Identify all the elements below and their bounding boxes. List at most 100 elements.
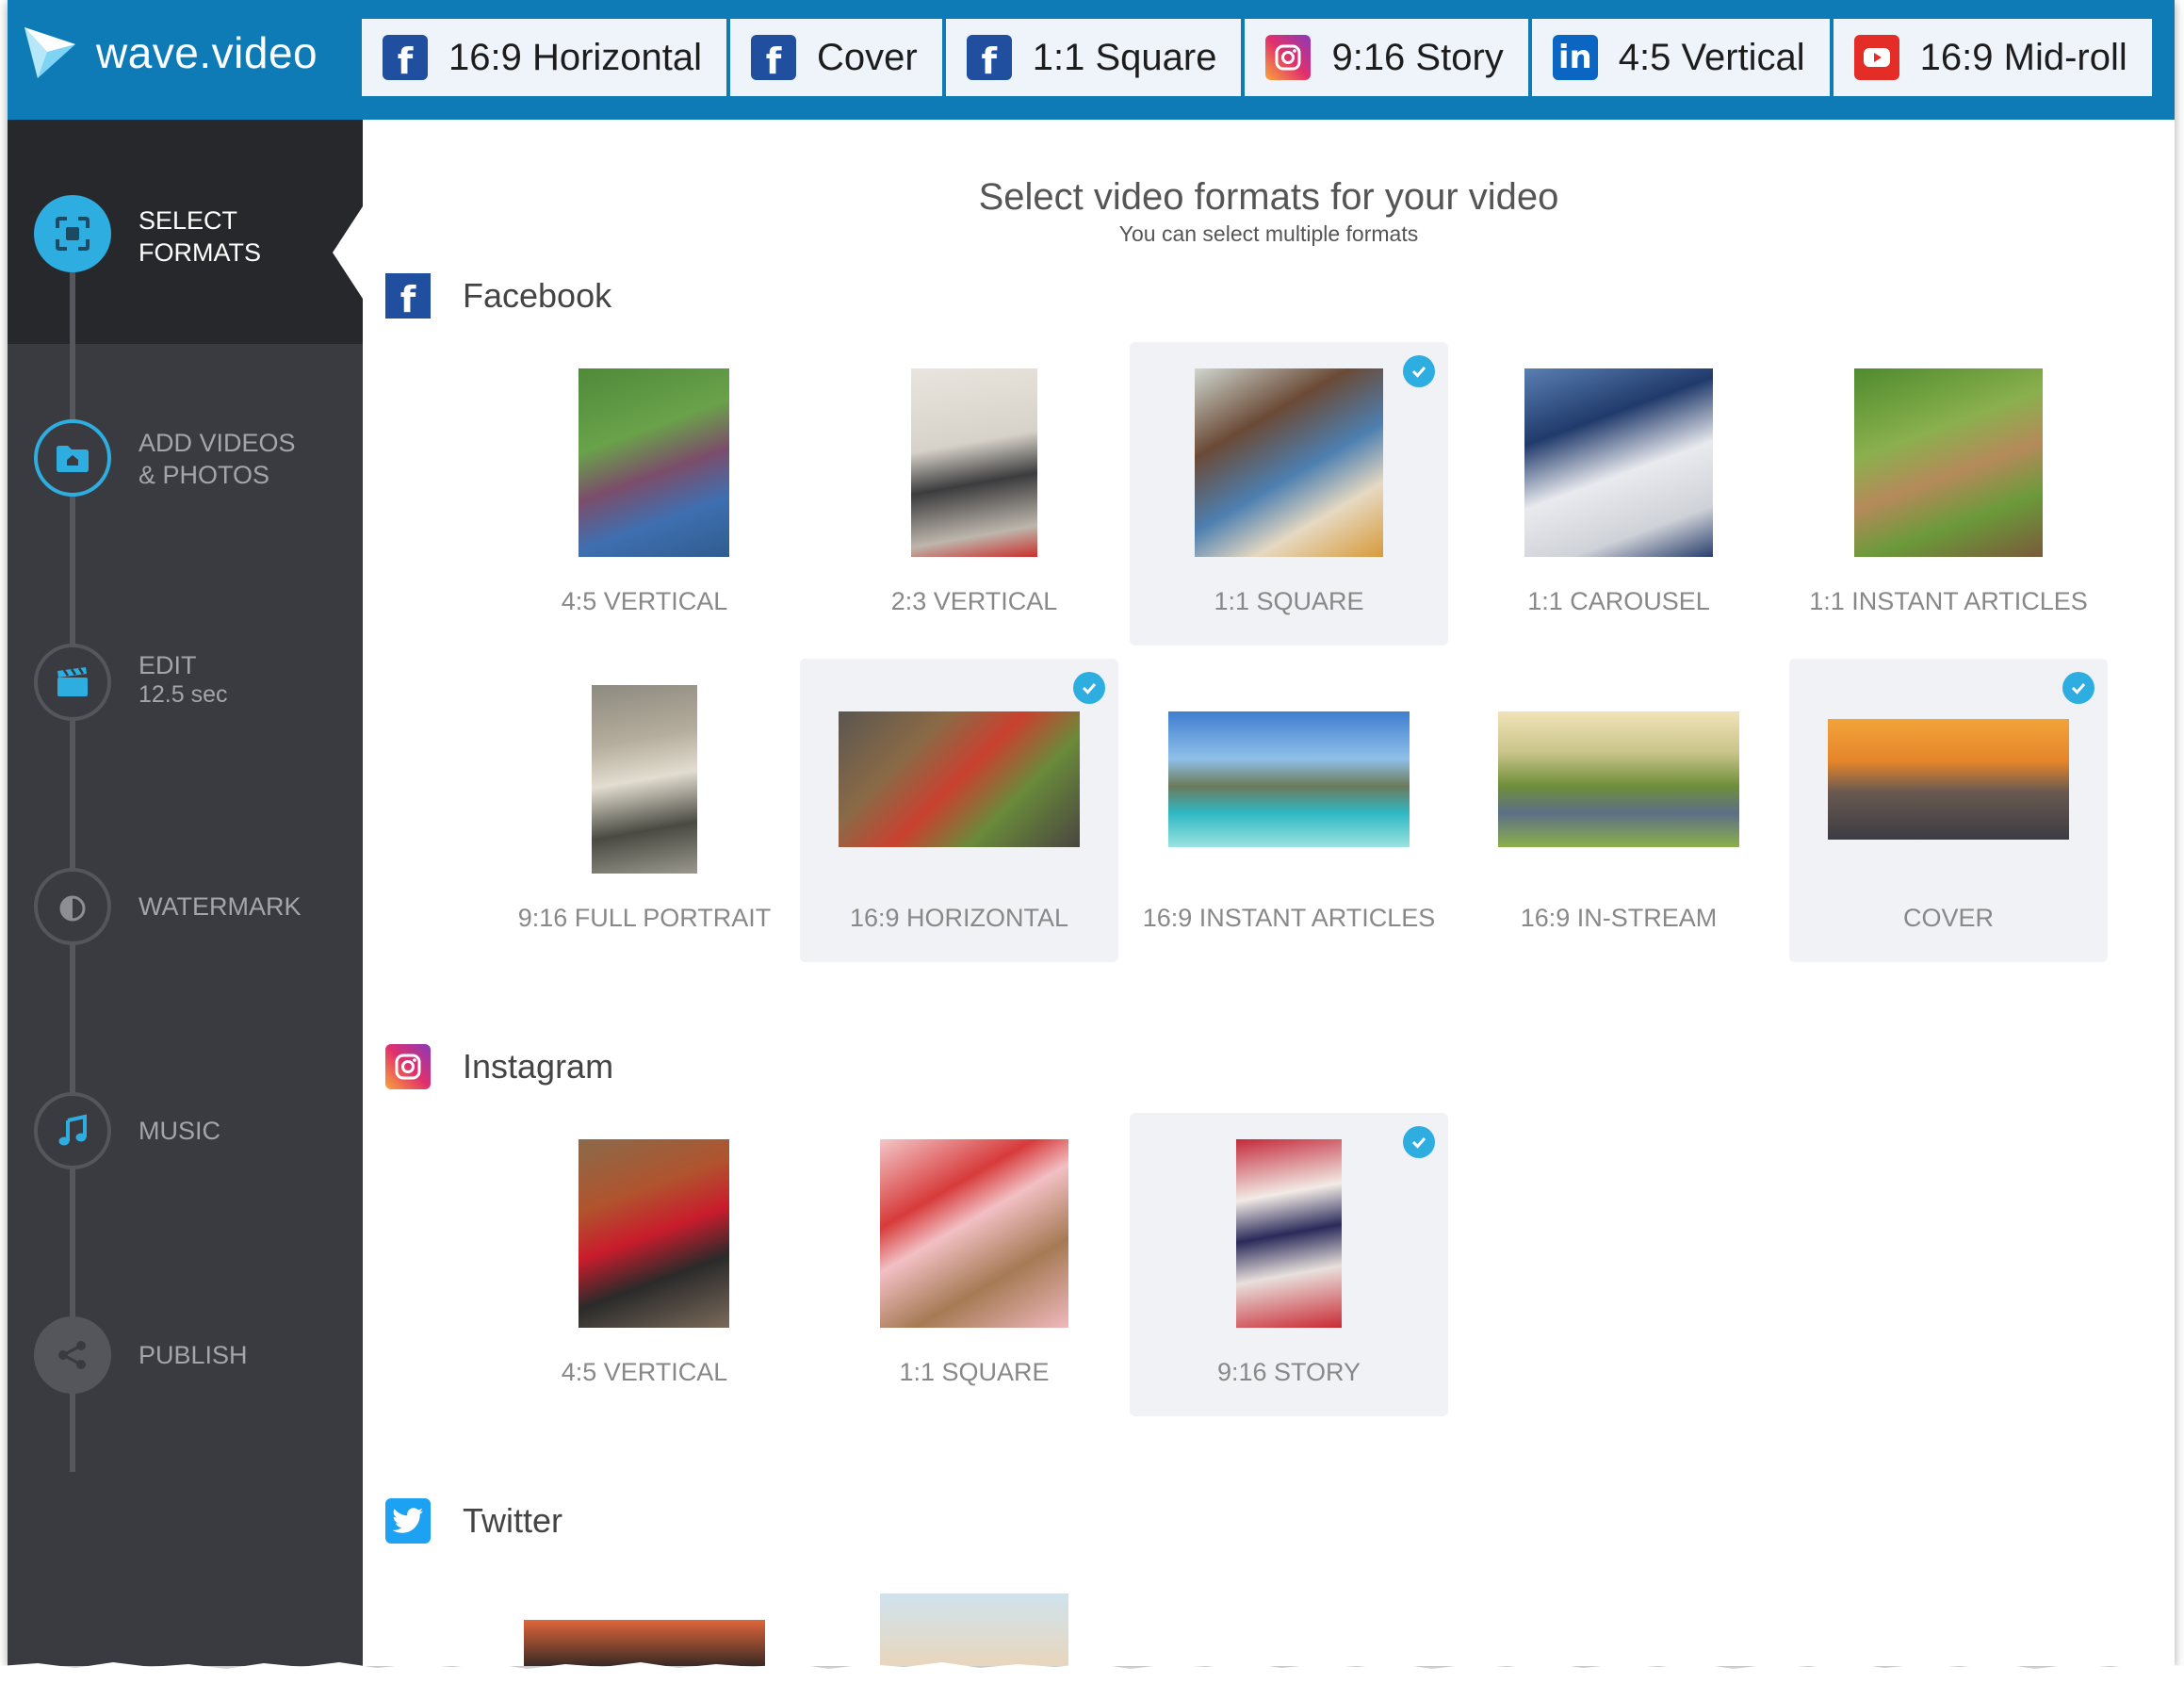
tab-cover[interactable]: f Cover [730,19,942,96]
tab-label: 1:1 Square [1032,36,1217,78]
format-card[interactable]: 2:3 VERTICAL [815,342,1133,645]
format-card[interactable]: 16:9 IN-STREAM [1459,659,1778,962]
instagram-icon [1265,35,1312,80]
section-twitter-title: Twitter [385,1498,562,1544]
format-thumbnail [1195,368,1383,557]
format-label: 16:9 IN-STREAM [1520,904,1718,932]
twitter-icon [385,1498,431,1544]
step-label: EDIT [139,651,197,679]
facebook-icon: f [966,35,1012,82]
wave-video-logo-icon [24,27,75,78]
format-thumbnail [1236,1139,1342,1328]
instagram-icon [385,1044,431,1089]
tab-label: 9:16 Story [1331,36,1504,78]
section-facebook-title: f Facebook [385,273,612,320]
select-formats-icon [34,195,111,272]
share-icon [34,1316,111,1394]
format-card[interactable]: COVER [1789,659,2108,962]
step-watermark[interactable]: WATERMARK [8,868,363,945]
tab-16-9-horizontal[interactable]: f 16:9 Horizontal [362,19,727,96]
app-window: wave.video f 16:9 Horizontal f Cover f 1… [8,0,2175,1666]
format-card[interactable] [815,1567,1133,1666]
format-thumbnail [880,1593,1068,1666]
format-card[interactable]: 16:9 INSTANT ARTICLES [1130,659,1448,962]
section-instagram-title: Instagram [385,1044,613,1089]
format-card[interactable]: 9:16 FULL PORTRAIT [485,659,804,962]
logo-text: wave.video [96,28,318,77]
format-thumbnail [1854,368,2043,557]
tab-label: 16:9 Horizontal [448,36,703,78]
music-note-icon [34,1092,111,1169]
step-edit[interactable]: EDIT 12.5 sec [8,644,363,721]
format-thumbnail [579,368,729,557]
format-card[interactable]: 16:9 HORIZONTAL [800,659,1118,962]
step-music[interactable]: MUSIC [8,1092,363,1169]
format-thumbnail [1828,719,2069,840]
step-label: PUBLISH [139,1341,248,1369]
format-card[interactable]: 1:1 CAROUSEL [1459,342,1778,645]
section-label: Instagram [463,1047,614,1086]
tab-label: 4:5 Vertical [1618,36,1805,78]
selected-check-icon [1073,672,1105,704]
format-thumbnail [880,1139,1068,1328]
format-label: 16:9 HORIZONTAL [849,904,1069,932]
format-card[interactable]: 1:1 SQUARE [1130,342,1448,645]
torn-edge-decoration [0,1662,2184,1683]
page-title: Select video formats for your video [978,176,1559,218]
format-label: 16:9 INSTANT ARTICLES [1142,904,1436,932]
main-content: Select video formats for your video You … [363,120,2175,1666]
format-label: 4:5 VERTICAL [561,587,728,615]
step-label: WATERMARK [139,892,302,921]
format-label: 9:16 STORY [1216,1358,1361,1386]
facebook-icon: f [383,35,428,82]
format-card[interactable]: 9:16 STORY [1130,1113,1448,1416]
step-label: MUSIC [139,1117,220,1145]
step-label: ADD VIDEOS & PHOTOS [139,429,296,489]
steps-timeline [70,228,75,1472]
step-label: SELECT FORMATS [139,206,261,267]
logo[interactable]: wave.video [21,19,318,87]
selected-check-icon [2062,672,2094,704]
format-thumbnail [1168,711,1410,847]
format-label: 4:5 VERTICAL [561,1358,728,1386]
format-label: 2:3 VERTICAL [890,587,1058,615]
video-duration: 12.5 sec [139,681,228,708]
step-add-videos-photos[interactable]: ADD VIDEOS & PHOTOS [8,419,363,497]
format-card[interactable]: 4:5 VERTICAL [485,342,804,645]
format-tabs: f 16:9 Horizontal f Cover f 1:1 Square 9… [362,19,2156,96]
format-card[interactable] [485,1567,804,1666]
wizard-sidebar: SELECT FORMATS ADD VIDEOS & PHOTOS EDIT 12… [8,120,365,1666]
linkedin-icon: in [1552,35,1598,80]
tab-1-1-square[interactable]: f 1:1 Square [945,19,1242,96]
section-label: Facebook [463,276,612,315]
format-card[interactable]: 1:1 INSTANT ARTICLES [1789,342,2108,645]
tab-16-9-mid-roll[interactable]: 16:9 Mid-roll [1833,19,2152,96]
format-thumbnail [911,368,1037,557]
format-label: 1:1 SQUARE [1214,587,1364,615]
format-thumbnail [579,1139,729,1328]
tab-label: 16:9 Mid-roll [1919,36,2127,78]
step-select-formats[interactable]: SELECT FORMATS [8,195,363,272]
step-publish[interactable]: PUBLISH [8,1316,363,1394]
tab-label: Cover [817,36,918,78]
watermark-icon [34,868,111,945]
format-card[interactable]: 4:5 VERTICAL [485,1113,804,1416]
format-thumbnail [1498,711,1739,847]
section-label: Twitter [463,1501,563,1540]
clapperboard-icon [34,644,111,721]
tab-4-5-vertical[interactable]: in 4:5 Vertical [1531,19,1830,96]
format-label: 1:1 INSTANT ARTICLES [1809,587,2088,615]
facebook-icon: f [385,273,431,320]
format-label: COVER [1902,904,1995,932]
format-thumbnail [592,685,697,874]
top-bar: wave.video f 16:9 Horizontal f Cover f 1… [8,0,2175,120]
selected-check-icon [1403,1126,1435,1158]
format-label: 1:1 CAROUSEL [1527,587,1710,615]
format-label: 1:1 SQUARE [899,1358,1050,1386]
tab-9-16-story[interactable]: 9:16 Story [1245,19,1528,96]
format-thumbnail [1524,368,1713,557]
facebook-icon: f [751,35,797,82]
youtube-icon [1853,35,1899,80]
format-card[interactable]: 1:1 SQUARE [815,1113,1133,1416]
selected-check-icon [1403,355,1435,387]
